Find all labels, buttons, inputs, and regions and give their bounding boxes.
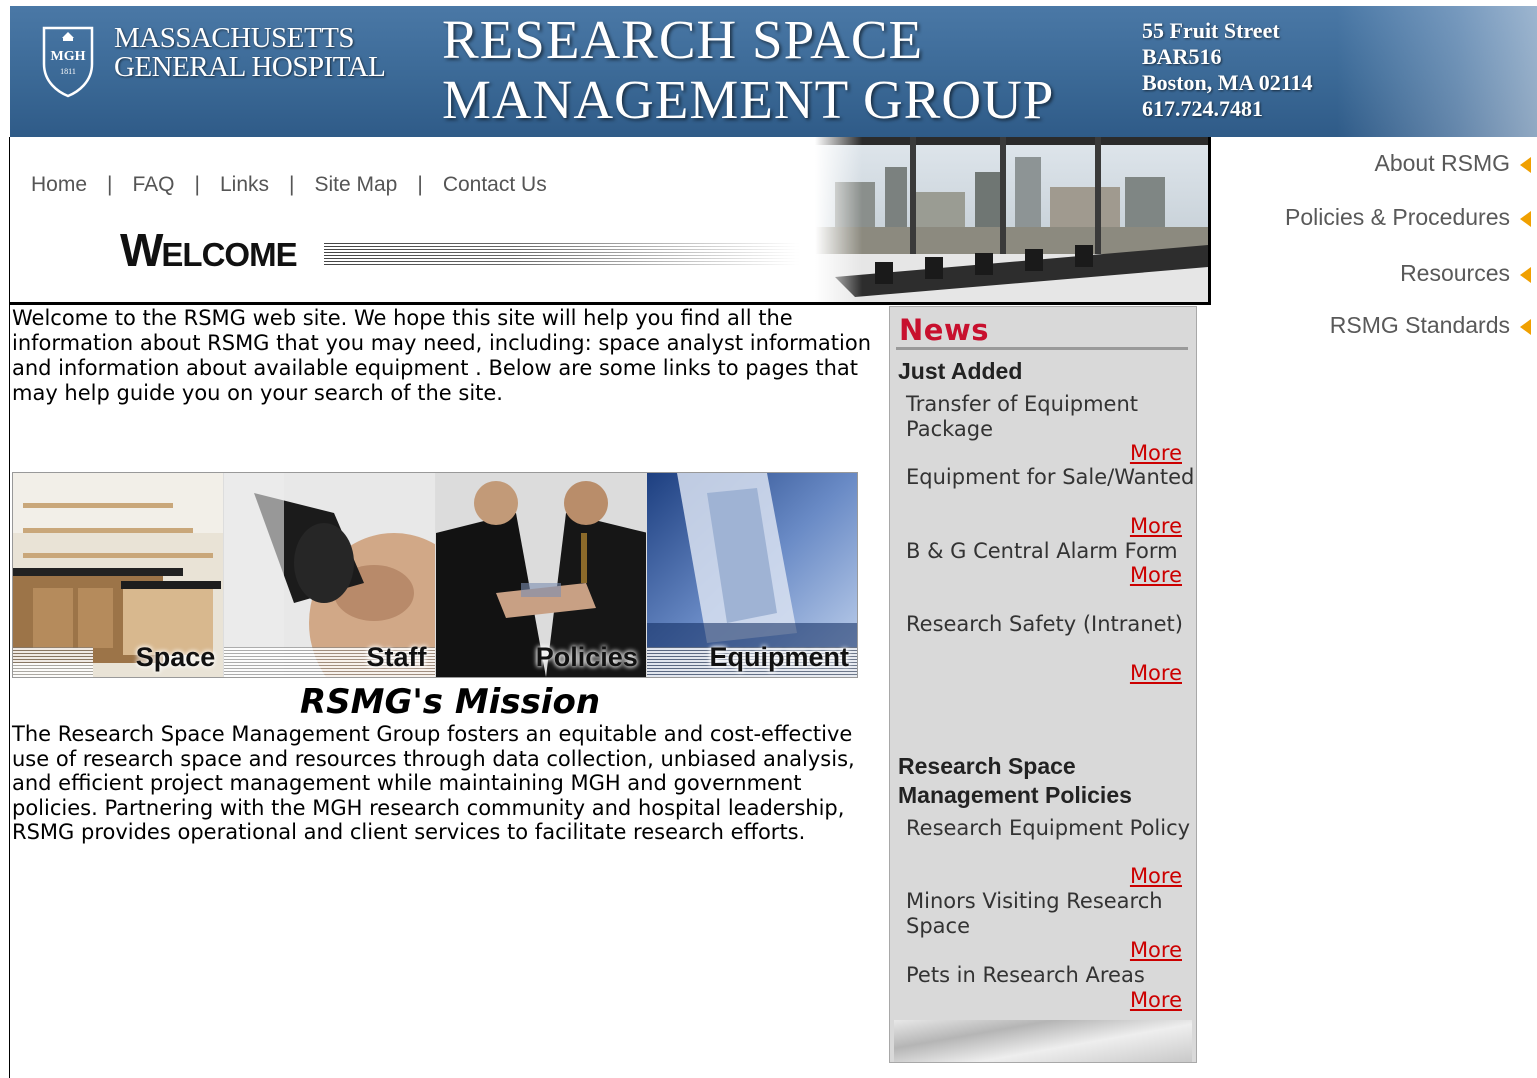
news-more-link[interactable]: More [1130, 514, 1182, 539]
side-menu-policies-label: Policies & Procedures [1285, 204, 1510, 230]
nav-separator: | [194, 173, 200, 196]
policies-label: Policies [535, 642, 638, 672]
news-item-equipment-sale: Equipment for Sale/Wanted [906, 465, 1195, 489]
left-triangle-icon [1520, 156, 1531, 173]
equipment-tile[interactable]: Equipment [645, 473, 857, 677]
site-title-line1: RESEARCH SPACE [442, 9, 924, 70]
side-menu-about-label: About RSMG [1374, 150, 1511, 176]
nav-home-link[interactable]: Home [31, 173, 87, 196]
left-triangle-icon [1520, 266, 1531, 283]
intro-text: Welcome to the RSMG web site. We hope th… [12, 306, 872, 405]
category-image-strip: Space Staff Policies Equipment [12, 472, 858, 678]
space-label: Space [135, 642, 216, 672]
nav-faq-link[interactable]: FAQ [133, 173, 175, 196]
nav-contact-us-link[interactable]: Contact Us [443, 173, 547, 196]
side-menu-standards-label: RSMG Standards [1329, 312, 1510, 338]
news-section-policies-line1: Research Space [898, 753, 1076, 779]
side-menu-policies[interactable]: Policies & Procedures [1285, 204, 1531, 231]
news-divider [896, 347, 1188, 350]
news-item-minors-visiting: Minors Visiting Research Space [906, 889, 1163, 938]
newspaper-image [894, 1020, 1192, 1062]
news-section-policies: Research Space Management Policies [898, 752, 1132, 810]
nav-separator: | [417, 173, 423, 196]
address-street: 55 Fruit Street [1142, 18, 1280, 43]
mgh-shield-icon[interactable]: MGH 1811 [40, 24, 96, 98]
site-title: RESEARCH SPACE MANAGEMENT GROUP [442, 10, 1054, 130]
side-menu-resources[interactable]: Resources [1400, 260, 1531, 287]
equipment-label: Equipment [709, 642, 850, 672]
news-item-research-safety: Research Safety (Intranet) [906, 612, 1183, 636]
office-window-photo [815, 137, 1208, 302]
news-more-link[interactable]: More [1130, 938, 1182, 963]
news-item-alarm-form: B & G Central Alarm Form [906, 539, 1178, 563]
side-menu-standards[interactable]: RSMG Standards [1330, 312, 1531, 339]
shield-text: MGH [51, 49, 86, 64]
tile-stripes [13, 647, 93, 677]
news-more-link[interactable]: More [1130, 563, 1182, 588]
building-photo [1337, 6, 1537, 137]
nav-separator: | [107, 173, 113, 196]
address-phone: 617.724.7481 [1142, 96, 1263, 121]
news-title: News [899, 313, 989, 347]
welcome-heading: WELCOME [120, 224, 298, 278]
welcome-header: Home | FAQ | Links | Site Map | Contact Us WELCO… [10, 137, 1211, 305]
news-section-policies-line2: Management Policies [898, 782, 1132, 808]
hospital-name-line1: MASSACHUSETTS [114, 22, 355, 54]
news-panel: News Just Added Transfer of Equipment Pa… [889, 306, 1197, 1063]
office-window-illustration [815, 137, 1208, 302]
shield-year: 1811 [60, 67, 76, 76]
address-room: BAR516 [1142, 44, 1222, 69]
left-triangle-icon [1520, 318, 1531, 335]
news-item-equipment-policy: Research Equipment Policy [906, 816, 1191, 840]
staff-tile[interactable]: Staff [223, 473, 435, 677]
nav-links-link[interactable]: Links [220, 173, 269, 196]
space-tile[interactable]: Space [13, 473, 224, 677]
news-section-just-added: Just Added [898, 358, 1023, 384]
header-banner: MGH 1811 MASSACHUSETTS GENERAL HOSPITAL … [10, 6, 1537, 137]
policies-tile[interactable]: Policies [434, 473, 646, 677]
staff-label: Staff [366, 642, 427, 672]
news-more-link[interactable]: More [1130, 441, 1182, 466]
left-triangle-icon [1520, 210, 1531, 227]
news-more-link[interactable]: More [1130, 864, 1182, 889]
side-menu-resources-label: Resources [1400, 260, 1510, 286]
contact-address: 55 Fruit Street BAR516 Boston, MA 02114 … [1142, 18, 1313, 122]
nav-site-map-link[interactable]: Site Map [314, 173, 397, 196]
hospital-name[interactable]: MASSACHUSETTS GENERAL HOSPITAL [114, 22, 386, 83]
news-more-link[interactable]: More [1130, 988, 1182, 1013]
nav-separator: | [289, 173, 295, 196]
top-navigation: Home | FAQ | Links | Site Map | Contact Us [31, 173, 547, 197]
news-more-link[interactable]: More [1130, 661, 1182, 686]
site-title-line2: MANAGEMENT GROUP [442, 69, 1055, 130]
welcome-rest: ELCOME [161, 236, 297, 273]
mission-body: The Research Space Management Group fost… [12, 722, 855, 844]
side-menu-about[interactable]: About RSMG [1374, 150, 1531, 177]
news-item-transfer-equipment: Transfer of Equipment Package [906, 392, 1139, 441]
mission-title: RSMG's Mission [299, 682, 601, 722]
news-item-pets-research: Pets in Research Areas [906, 963, 1145, 987]
welcome-decor-lines [324, 243, 799, 265]
welcome-first-letter: W [120, 224, 163, 276]
hospital-name-line2: GENERAL HOSPITAL [114, 51, 386, 83]
address-city: Boston, MA 02114 [1142, 70, 1313, 95]
